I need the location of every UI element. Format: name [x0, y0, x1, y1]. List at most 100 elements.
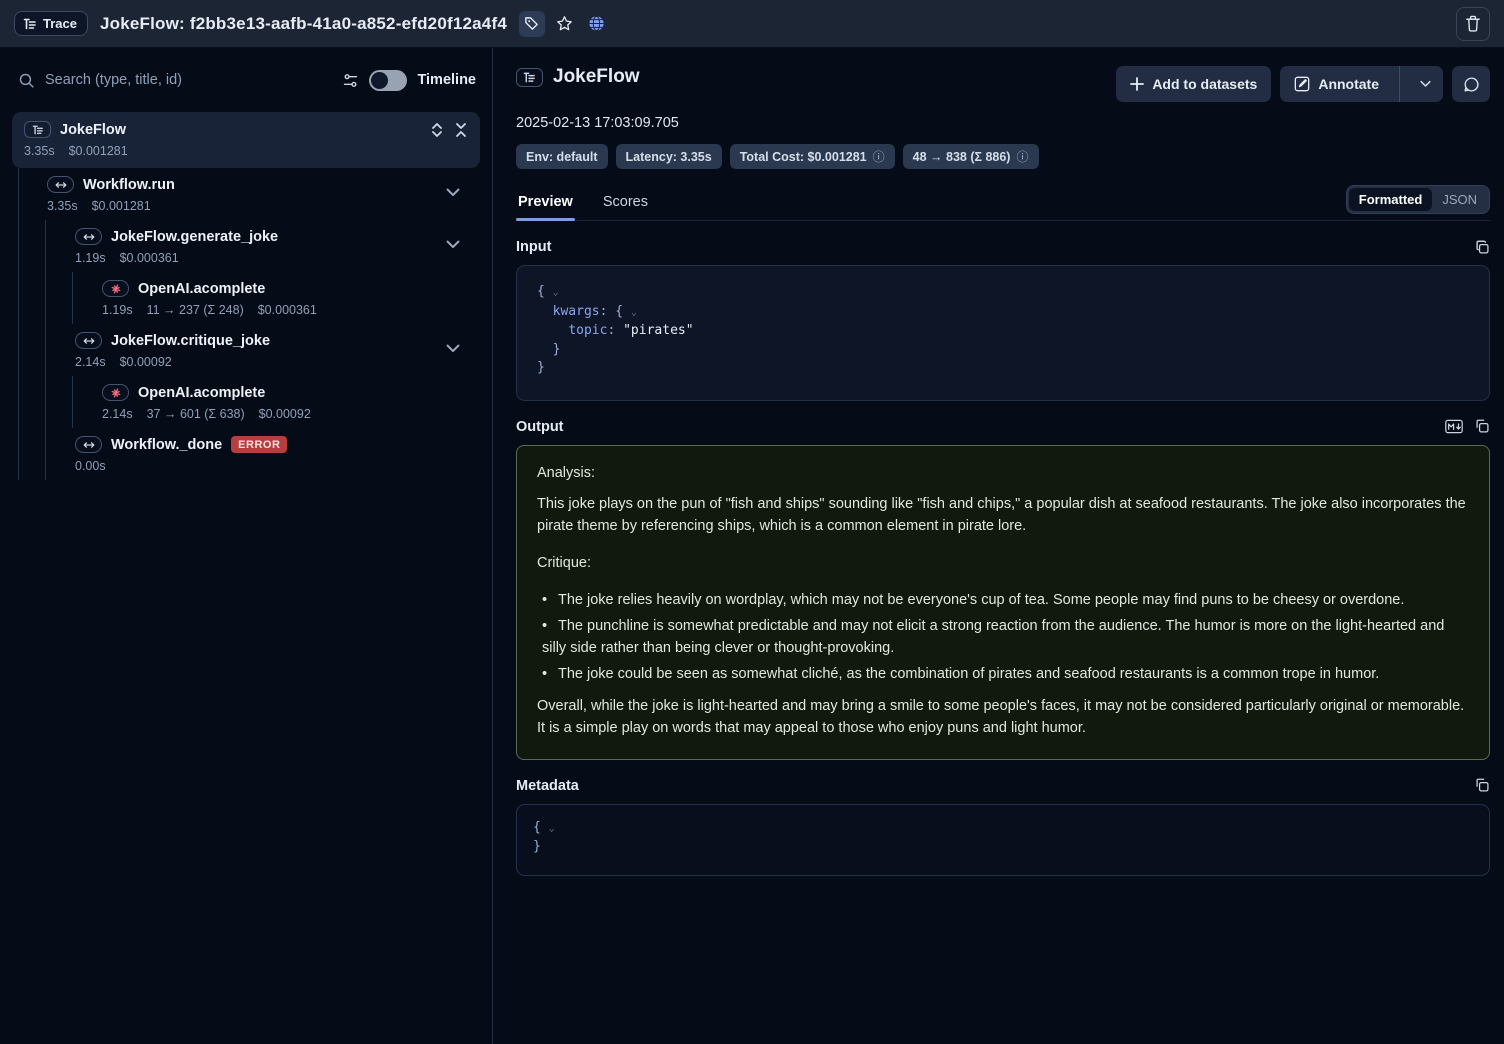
json-key: topic:	[568, 323, 615, 338]
tree-search-row: Timeline	[0, 62, 492, 98]
globe-icon	[588, 15, 605, 32]
node-cost: $0.00092	[259, 407, 311, 421]
critique-bullet: •The joke could be seen as somewhat clic…	[537, 663, 1469, 685]
tree-node-workflow-done[interactable]: Workflow._done ERROR 0.00s	[46, 428, 492, 480]
critique-heading: Critique:	[537, 552, 1469, 574]
node-duration: 1.19s	[75, 251, 106, 265]
collapse-all-icon[interactable]	[454, 122, 468, 138]
tree-node-workflow-run[interactable]: Workflow.run 3.35s $0.001281	[19, 168, 492, 220]
span-node-icon	[47, 176, 74, 193]
analysis-heading: Analysis:	[537, 462, 1469, 484]
tree-node-critique-joke[interactable]: JokeFlow.critique_joke 2.14s $0.00092	[46, 324, 492, 376]
copy-icon[interactable]	[1475, 240, 1490, 255]
timeline-toggle[interactable]	[369, 70, 407, 91]
tree-node-openai-acomplete-2[interactable]: OpenAI.acomplete 2.14s 37 → 601 (Σ 638) …	[73, 376, 492, 428]
annotate-button[interactable]: Annotate	[1280, 66, 1391, 102]
fold-chevron-icon[interactable]: ⌄	[553, 287, 559, 298]
copy-icon[interactable]	[1475, 419, 1490, 434]
chevron-down-icon[interactable]	[446, 344, 460, 353]
format-json-option[interactable]: JSON	[1432, 188, 1487, 211]
tree-children-level-2: JokeFlow.generate_joke 1.19s $0.000361	[45, 220, 492, 480]
delete-trace-button[interactable]	[1456, 7, 1490, 41]
json-token: {	[533, 820, 541, 835]
trace-badges: Env: default Latency: 3.35s Total Cost: …	[516, 144, 1490, 169]
node-label: JokeFlow.critique_joke	[111, 333, 270, 349]
tree-children-level-1: Workflow.run 3.35s $0.001281	[18, 168, 492, 480]
chevron-down-icon[interactable]	[446, 240, 460, 249]
star-button[interactable]	[553, 12, 577, 36]
public-share-button[interactable]	[585, 12, 609, 36]
env-badge: Env: default	[516, 144, 608, 169]
tree-node-jokeflow-root[interactable]: JokeFlow	[12, 112, 480, 168]
span-node-icon	[75, 436, 102, 453]
trace-badge-label: Trace	[43, 16, 77, 31]
node-duration: 2.14s	[102, 407, 133, 421]
expand-all-icon[interactable]	[430, 122, 444, 138]
span-node-icon	[75, 332, 102, 349]
markdown-toggle-icon[interactable]	[1445, 419, 1463, 434]
node-cost: $0.000361	[120, 251, 179, 265]
output-section-header: Output	[516, 419, 1490, 435]
fold-chevron-icon[interactable]: ⌄	[549, 823, 555, 834]
trace-icon	[23, 18, 37, 30]
trash-icon	[1465, 15, 1481, 32]
info-icon[interactable]: ⓘ	[873, 148, 885, 165]
error-status-badge: ERROR	[231, 436, 287, 453]
copy-icon[interactable]	[1475, 778, 1490, 793]
node-label: JokeFlow.generate_joke	[111, 229, 278, 245]
annotate-menu-button[interactable]	[1408, 66, 1443, 102]
node-label: Workflow.run	[83, 177, 175, 193]
annotate-split-button: Annotate	[1280, 66, 1443, 102]
tab-scores[interactable]: Scores	[601, 186, 650, 220]
output-content[interactable]: Analysis: This joke plays on the pun of …	[516, 445, 1490, 760]
metadata-label: Metadata	[516, 778, 579, 794]
node-duration: 0.00s	[75, 459, 106, 473]
trace-type-badge: Trace	[14, 11, 88, 36]
node-label: JokeFlow	[60, 122, 126, 138]
search-input[interactable]	[45, 72, 332, 88]
detail-tabs: Preview Scores Formatted JSON	[516, 185, 1490, 221]
add-to-datasets-label: Add to datasets	[1152, 76, 1257, 92]
tags-button[interactable]	[519, 11, 545, 37]
node-tokens: 37 → 601 (Σ 638)	[147, 407, 245, 421]
input-label: Input	[516, 239, 551, 255]
trace-detail-panel: JokeFlow Add to datasets	[493, 48, 1504, 1044]
page-title: JokeFlow: f2bb3e13-aafb-41a0-a852-efd20f…	[100, 14, 507, 34]
top-bar: Trace JokeFlow: f2bb3e13-aafb-41a0-a852-…	[0, 0, 1504, 48]
format-formatted-option[interactable]: Formatted	[1349, 188, 1433, 211]
button-divider	[1399, 66, 1400, 102]
tree-node-generate-joke[interactable]: JokeFlow.generate_joke 1.19s $0.000361	[46, 220, 492, 272]
plus-icon	[1130, 77, 1144, 91]
search-icon	[18, 72, 35, 89]
node-label: OpenAI.acomplete	[138, 385, 265, 401]
node-cost: $0.000361	[258, 303, 317, 317]
node-duration: 3.35s	[24, 144, 55, 158]
info-icon[interactable]: ⓘ	[1016, 148, 1028, 165]
node-cost: $0.001281	[69, 144, 128, 158]
comments-button[interactable]	[1452, 66, 1490, 102]
output-label: Output	[516, 419, 564, 435]
view-settings-icon[interactable]	[342, 72, 359, 89]
critique-bullet: •The joke relies heavily on wordplay, wh…	[537, 589, 1469, 611]
tree-node-openai-acomplete-1[interactable]: OpenAI.acomplete 1.19s 11 → 237 (Σ 248) …	[73, 272, 492, 324]
toggle-knob	[371, 72, 388, 89]
input-json-viewer[interactable]: { ⌄ kwargs: { ⌄ topic: "pirates" } }	[516, 265, 1490, 401]
json-token: {	[537, 284, 545, 299]
token-usage-badge: 48 → 838 (Σ 886) ⓘ	[903, 144, 1039, 169]
metadata-json-viewer[interactable]: { ⌄ }	[516, 804, 1490, 876]
node-label: OpenAI.acomplete	[138, 281, 265, 297]
span-node-icon	[75, 228, 102, 245]
star-icon	[556, 15, 573, 32]
chevron-down-icon[interactable]	[446, 188, 460, 197]
tab-preview[interactable]: Preview	[516, 186, 575, 220]
trace-node-icon	[24, 121, 51, 138]
node-duration: 2.14s	[75, 355, 106, 369]
add-to-datasets-button[interactable]: Add to datasets	[1116, 66, 1271, 102]
node-tokens: 11 → 237 (Σ 248)	[147, 303, 244, 317]
trace-icon	[516, 68, 543, 87]
tag-icon	[524, 16, 539, 31]
chevron-down-icon	[1420, 80, 1431, 88]
fold-chevron-icon[interactable]: ⌄	[631, 307, 637, 318]
generation-node-icon	[102, 280, 129, 297]
metadata-section-header: Metadata	[516, 778, 1490, 794]
